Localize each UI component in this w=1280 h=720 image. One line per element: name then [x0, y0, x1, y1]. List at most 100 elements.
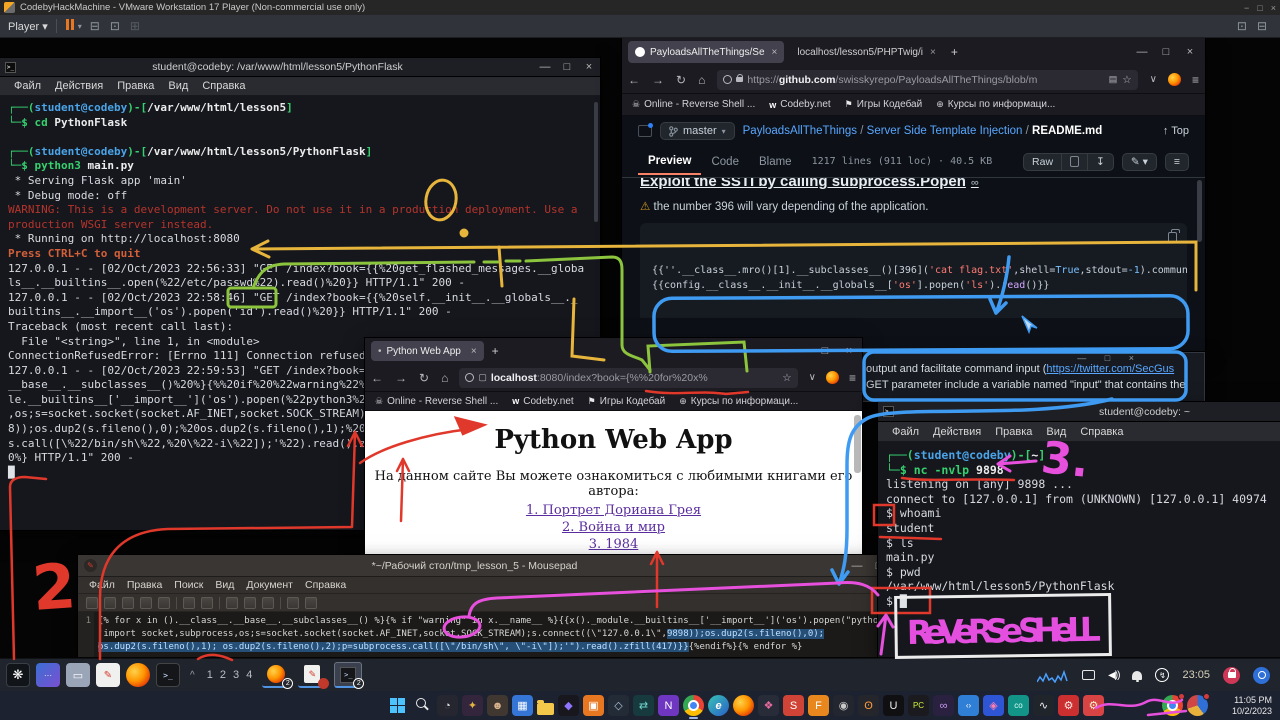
vmware-maximize-button[interactable]: □ — [1257, 3, 1262, 13]
vmware-close-button[interactable]: × — [1271, 3, 1276, 13]
tab-payloadsallthethings[interactable]: PayloadsAllTheThings/Se × — [628, 41, 784, 63]
code-block-subprocess[interactable]: {{''.__class__.mro()[1].__subclasses__()… — [640, 223, 1187, 318]
window-close-button[interactable]: × — [838, 345, 860, 357]
search-replace-icon[interactable] — [305, 597, 317, 609]
menu-item[interactable]: Файл — [8, 80, 47, 92]
app-menu-icon[interactable]: ≡ — [1192, 73, 1199, 87]
breadcrumb-repo-link[interactable]: PayloadsAllTheThings — [743, 125, 857, 137]
terminal-scrollbar[interactable] — [594, 102, 598, 222]
home-icon[interactable]: ⌂ — [698, 73, 705, 87]
onenote-icon[interactable]: N — [658, 695, 679, 716]
mousepad-minimize-button[interactable]: — — [846, 560, 868, 572]
forward-icon[interactable]: → — [395, 371, 407, 385]
vmware-icon[interactable]: ▣ — [583, 695, 604, 716]
contact-icon[interactable]: ☻ — [487, 695, 508, 716]
tool-red-2-icon[interactable]: ⚙ — [1083, 695, 1104, 716]
shield-icon[interactable] — [465, 373, 474, 382]
redo-icon[interactable] — [201, 597, 213, 609]
menu-item[interactable]: Файл — [84, 579, 120, 591]
menu-item[interactable]: Справка — [196, 80, 251, 92]
sublime-icon[interactable]: S — [783, 695, 804, 716]
reload-icon[interactable]: ↻ — [419, 371, 429, 385]
menu-item[interactable]: Вид — [210, 579, 239, 591]
mousepad-editor[interactable]: 1 {% for x in ().__class__.__base__.__su… — [78, 612, 890, 657]
clock[interactable]: 23:05 — [1182, 669, 1210, 681]
url-bar[interactable]: https://github.com/swisskyrepo/PayloadsA… — [717, 70, 1137, 90]
blender-icon[interactable]: ʘ — [858, 695, 879, 716]
reload-icon[interactable]: ↻ — [676, 73, 686, 87]
bookmark-item[interactable]: ⊕Курсы по информаци... — [679, 396, 798, 407]
menu-item[interactable]: Справка — [1074, 426, 1129, 438]
undo-icon[interactable] — [183, 597, 195, 609]
power-manager-icon[interactable]: ↯ — [1155, 668, 1169, 682]
menu-item[interactable]: Правка — [111, 80, 160, 92]
vmware-minimize-button[interactable]: − — [1244, 3, 1249, 13]
menu-item[interactable]: Правка — [122, 579, 167, 591]
obsidian-icon[interactable]: ◆ — [558, 695, 579, 716]
paste-icon[interactable] — [262, 597, 274, 609]
forward-icon[interactable]: → — [652, 73, 664, 87]
unreal-icon[interactable]: U — [883, 695, 904, 716]
taskbar-terminal-window-button[interactable]: >_2 — [334, 662, 362, 688]
save-icon[interactable] — [122, 597, 134, 609]
menu-item[interactable]: Действия — [927, 426, 987, 438]
copy-code-icon[interactable] — [1168, 232, 1177, 243]
new-file-icon[interactable] — [86, 597, 98, 609]
taskbar-mousepad-window-button[interactable]: ✎ — [298, 662, 326, 688]
tab-python-web-app[interactable]: •Python Web App × — [371, 341, 484, 361]
copy-icon[interactable] — [244, 597, 256, 609]
ftp-icon[interactable]: F — [808, 695, 829, 716]
workspace-switcher[interactable]: 1 2 3 4 — [207, 669, 255, 681]
camtasia-icon[interactable]: co — [1008, 695, 1029, 716]
pocket-icon[interactable]: ∨ — [1150, 74, 1157, 85]
outline-button[interactable]: ≡ — [1165, 153, 1189, 171]
tab-localhost-phptwig[interactable]: localhost/lesson5/PHPTwig/i × — [790, 41, 942, 63]
bookmark-star-icon[interactable]: ☆ — [782, 372, 791, 384]
screen-lock-icon[interactable] — [1223, 667, 1240, 684]
download-raw-button[interactable]: ↧ — [1088, 153, 1114, 171]
close-file-icon[interactable] — [158, 597, 170, 609]
terminal-minimize-button[interactable]: — — [534, 61, 556, 73]
menu-item[interactable]: Вид — [162, 80, 194, 92]
background-window-controls[interactable]: — □ × — [1077, 353, 1142, 363]
save-as-icon[interactable] — [140, 597, 152, 609]
start-icon[interactable] — [387, 695, 408, 716]
desktop-launcher-icon[interactable]: ··· — [36, 663, 60, 687]
notifications-bell-icon[interactable] — [1132, 671, 1142, 680]
firefox-icon[interactable] — [733, 695, 754, 716]
player-menu-button[interactable]: Player ▾ — [8, 20, 48, 33]
back-icon[interactable]: ← — [628, 73, 640, 87]
firefox-account-icon[interactable] — [1168, 73, 1181, 86]
show-desktop-icon[interactable]: ^ — [190, 670, 195, 681]
menu-item[interactable]: Действия — [49, 80, 109, 92]
menu-item[interactable]: Поиск — [169, 579, 208, 591]
book-link[interactable]: 1. Портрет Дориана Грея — [365, 502, 862, 519]
raw-button[interactable]: Raw — [1023, 153, 1062, 171]
bookmark-star-icon[interactable]: ☆ — [1122, 74, 1131, 86]
visual-studio-icon[interactable]: ∞ — [933, 695, 954, 716]
cut-icon[interactable] — [226, 597, 238, 609]
terminal-maximize-button[interactable]: □ — [556, 61, 578, 73]
breadcrumb-folder-link[interactable]: Server Side Template Injection — [867, 125, 1023, 137]
reader-view-icon[interactable]: ▤ — [1109, 74, 1118, 85]
wing-icon[interactable]: ∿ — [1033, 695, 1054, 716]
new-tab-button[interactable]: + — [492, 344, 499, 358]
window-minimize-button[interactable]: — — [790, 345, 812, 357]
firefox-account-icon[interactable] — [826, 371, 839, 384]
edge-icon[interactable]: e — [708, 695, 729, 716]
shield-icon[interactable] — [723, 75, 732, 84]
bookmark-item[interactable]: ⊕Курсы по информаци... — [936, 99, 1055, 110]
terminal-close-button[interactable]: × — [578, 61, 600, 73]
page-scrollbar[interactable] — [854, 415, 861, 473]
tab-blame[interactable]: Blame — [749, 150, 802, 174]
virtualbox-icon[interactable]: ◇ — [608, 695, 629, 716]
sidebar-toggle-icon[interactable] — [638, 125, 652, 137]
fullscreen-icon[interactable]: ⊡ — [110, 19, 120, 33]
tab-close-icon[interactable]: × — [471, 346, 477, 357]
tab-preview[interactable]: Preview — [638, 149, 701, 175]
file-manager-icon[interactable]: ▭ — [66, 663, 90, 687]
bookmark-item[interactable]: wCodeby.net — [769, 99, 830, 110]
open-file-icon[interactable] — [104, 597, 116, 609]
new-tab-button[interactable]: + — [951, 45, 958, 59]
menu-item[interactable]: Документ — [241, 579, 298, 591]
